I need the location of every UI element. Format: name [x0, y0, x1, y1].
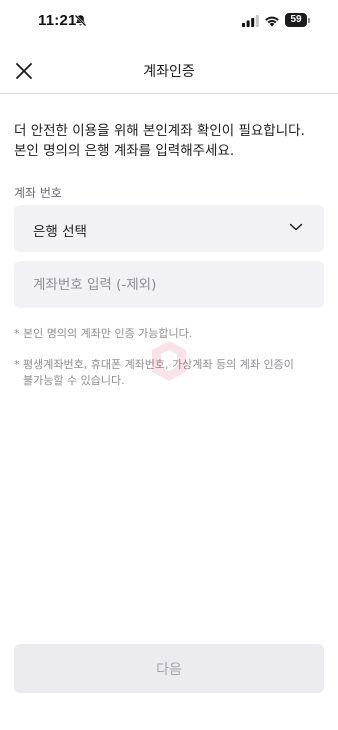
intro-line-2: 본인 명의의 은행 계좌를 입력해주세요.: [14, 143, 235, 159]
account-number-input[interactable]: [14, 261, 324, 308]
bank-select-value: 은행 선택: [33, 224, 87, 240]
bell-off-icon: [74, 14, 87, 27]
next-button[interactable]: 다음: [14, 644, 324, 693]
app-header: 계좌인증: [0, 48, 338, 94]
intro-line-1: 더 안전한 이용을 위해 본인계좌 확인이 필요합니다.: [14, 123, 305, 139]
battery-icon: 59: [285, 13, 310, 27]
status-bar: 11:21 59: [0, 0, 338, 44]
page-title: 계좌인증: [143, 64, 195, 80]
bank-select-dropdown[interactable]: 은행 선택: [14, 205, 324, 252]
status-time: 11:21: [38, 12, 77, 29]
account-number-label: 계좌 번호: [14, 186, 62, 200]
wifi-icon: [265, 16, 279, 27]
chevron-down-icon: [289, 223, 303, 231]
watermark-logo-icon: [152, 341, 186, 381]
cellular-signal-icon: [242, 15, 259, 27]
intro-text: 더 안전한 이용을 위해 본인계좌 확인이 필요합니다. 본인 명의의 은행 계…: [14, 121, 326, 161]
battery-cap: [308, 18, 310, 23]
battery-level-text: 59: [290, 14, 302, 25]
